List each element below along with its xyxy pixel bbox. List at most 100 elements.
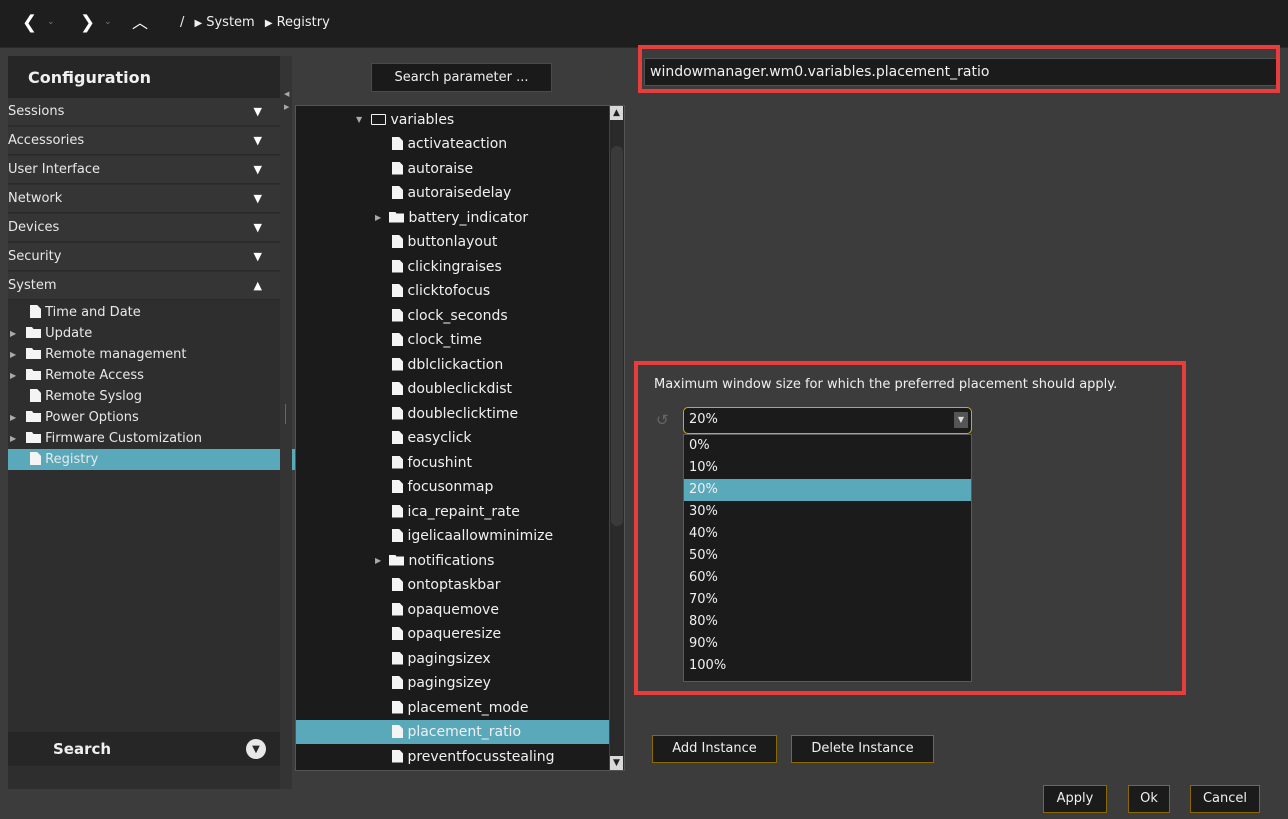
expand-circle-icon[interactable]: ▼ — [246, 739, 266, 759]
scroll-up-arrow-icon[interactable]: ▲ — [610, 106, 623, 120]
breadcrumb-root[interactable]: / — [180, 15, 184, 30]
dropdown-option[interactable]: 0% — [684, 435, 971, 457]
search-parameter-button[interactable]: Search parameter ... — [371, 63, 552, 92]
dropdown-option[interactable]: 100% — [684, 655, 971, 677]
tree-node[interactable]: buttonlayout — [296, 230, 624, 254]
tree-node[interactable]: opaquemove — [296, 598, 624, 622]
tree-node[interactable]: clickingraises — [296, 255, 624, 279]
tree-scrollbar[interactable]: ▲ ▼ — [609, 106, 624, 770]
tree-node[interactable]: doubleclickdist — [296, 377, 624, 401]
placement-ratio-select[interactable]: 20% ▼ — [683, 407, 972, 434]
sidebar-item-power-options[interactable]: ▶ Power Options — [8, 407, 296, 428]
sidebar-category-devices[interactable]: Devices ▼ — [8, 214, 280, 242]
tree-node[interactable]: opaqueresize — [296, 622, 624, 646]
collapse-left-icon[interactable]: ◀ — [284, 90, 289, 98]
reset-icon[interactable]: ↺ — [656, 412, 672, 428]
sidebar-item-remote-access[interactable]: ▶ Remote Access — [8, 365, 296, 386]
expand-arrow-icon[interactable]: ▶ — [10, 407, 16, 428]
sidebar-category-system[interactable]: System ▲ — [8, 272, 280, 300]
tree-node[interactable]: easyclick — [296, 426, 624, 450]
expand-arrow-icon[interactable]: ▶ — [10, 365, 16, 386]
tree-node[interactable]: igelicaallowminimize — [296, 524, 624, 548]
tree-node[interactable]: preventfocusstealing — [296, 745, 624, 769]
sidebar-item-label: Registry — [45, 452, 99, 467]
tree-node[interactable]: clock_time — [296, 328, 624, 352]
scrollbar-thumb[interactable] — [611, 146, 623, 526]
chevron-down-icon[interactable]: ▼ — [954, 412, 968, 428]
tree-node[interactable]: focushint — [296, 451, 624, 475]
sidebar-item-time-and-date[interactable]: Time and Date — [8, 302, 300, 323]
file-icon — [392, 627, 403, 640]
tree-node[interactable]: ontoptaskbar — [296, 573, 624, 597]
dropdown-option[interactable]: 50% — [684, 545, 971, 567]
tree-node-label: ica_repaint_rate — [407, 503, 520, 520]
sidebar-item-label: Time and Date — [45, 305, 141, 320]
back-history-chevron-down-icon[interactable]: ⌄ — [47, 17, 55, 27]
sidebar-item-firmware-customization[interactable]: ▶ Firmware Customization — [8, 428, 296, 449]
sidebar-category-network[interactable]: Network ▼ — [8, 185, 280, 213]
scroll-down-arrow-icon[interactable]: ▼ — [610, 756, 623, 770]
tree-node[interactable]: clicktofocus — [296, 279, 624, 303]
back-icon[interactable]: ❮ — [22, 13, 37, 33]
expand-arrow-icon[interactable]: ▶ — [10, 428, 16, 449]
cancel-button[interactable]: Cancel — [1190, 785, 1260, 813]
splitter-handle[interactable] — [285, 404, 286, 424]
tree-node-label: ontoptaskbar — [407, 577, 501, 593]
tree-node[interactable]: ▶ notifications — [296, 549, 624, 573]
sidebar-title: Configuration — [8, 56, 280, 98]
expand-arrow-icon[interactable]: ▶ — [10, 323, 16, 344]
sidebar-item-registry[interactable]: Registry — [8, 449, 300, 470]
sidebar-category-user-interface[interactable]: User Interface ▼ — [8, 156, 280, 184]
tree-node-label: pagingsizey — [407, 675, 491, 691]
tree-node[interactable]: focusonmap — [296, 475, 624, 499]
expand-arrow-icon[interactable]: ▶ — [10, 344, 16, 365]
dropdown-option[interactable]: 10% — [684, 457, 971, 479]
sidebar-item-remote-syslog[interactable]: Remote Syslog — [8, 386, 300, 407]
up-icon[interactable]: ︿ — [132, 13, 148, 33]
sidebar-item-update[interactable]: ▶ Update — [8, 323, 296, 344]
sidebar-item-label: Firmware Customization — [45, 431, 202, 446]
sidebar-category-security[interactable]: Security ▼ — [8, 243, 280, 271]
breadcrumb-system[interactable]: System — [206, 15, 254, 30]
tree-node-selected[interactable]: placement_ratio — [296, 720, 624, 744]
tree-node[interactable]: ▶ battery_indicator — [296, 206, 624, 230]
collapse-arrow-icon[interactable]: ▼ — [356, 108, 362, 132]
expand-right-icon[interactable]: ▶ — [284, 103, 289, 111]
sidebar-category-accessories[interactable]: Accessories ▼ — [8, 127, 280, 155]
dropdown-option[interactable]: 80% — [684, 611, 971, 633]
parameter-path-field[interactable]: windowmanager.wm0.variables.placement_ra… — [644, 58, 1280, 86]
sidebar-item-remote-management[interactable]: ▶ Remote management — [8, 344, 296, 365]
tree-node[interactable]: clock_seconds — [296, 304, 624, 328]
tree-node-variables[interactable]: ▼ variables — [296, 108, 624, 132]
dropdown-option[interactable]: 60% — [684, 567, 971, 589]
sidebar-category-sessions[interactable]: Sessions ▼ — [8, 98, 280, 126]
dropdown-option-selected[interactable]: 20% — [684, 479, 971, 501]
dropdown-option[interactable]: 70% — [684, 589, 971, 611]
tree-node[interactable]: autoraise — [296, 157, 624, 181]
tree-node[interactable]: pagingsizey — [296, 671, 624, 695]
forward-icon[interactable]: ❯ — [80, 13, 95, 33]
tree-node[interactable]: pagingsizex — [296, 647, 624, 671]
add-instance-button[interactable]: Add Instance — [652, 735, 777, 763]
panel-splitter[interactable]: ◀ ▶ — [280, 56, 292, 789]
tree-node-label: doubleclickdist — [407, 381, 513, 397]
tree-node[interactable]: ica_repaint_rate — [296, 500, 624, 524]
expand-arrow-icon[interactable]: ▶ — [375, 549, 381, 573]
tree-node[interactable]: doubleclicktime — [296, 402, 624, 426]
tree-node-label: placement_ratio — [407, 724, 522, 740]
tree-node[interactable]: dblclickaction — [296, 353, 624, 377]
apply-button[interactable]: Apply — [1043, 785, 1107, 813]
forward-history-chevron-down-icon[interactable]: ⌄ — [104, 17, 112, 27]
tree-node[interactable]: placement_mode — [296, 696, 624, 720]
dropdown-option[interactable]: 90% — [684, 633, 971, 655]
ok-button[interactable]: Ok — [1128, 785, 1170, 813]
sidebar-search-section[interactable]: Search ▼ — [8, 732, 280, 766]
dropdown-options-list: 0% 10% 20% 30% 40% 50% 60% 70% 80% 90% 1… — [683, 434, 972, 682]
delete-instance-button[interactable]: Delete Instance — [791, 735, 934, 763]
dropdown-option[interactable]: 40% — [684, 523, 971, 545]
tree-node[interactable]: activateaction — [296, 132, 624, 156]
dropdown-option[interactable]: 30% — [684, 501, 971, 523]
breadcrumb-registry[interactable]: Registry — [277, 15, 330, 30]
expand-arrow-icon[interactable]: ▶ — [375, 206, 381, 230]
tree-node[interactable]: autoraisedelay — [296, 181, 624, 205]
